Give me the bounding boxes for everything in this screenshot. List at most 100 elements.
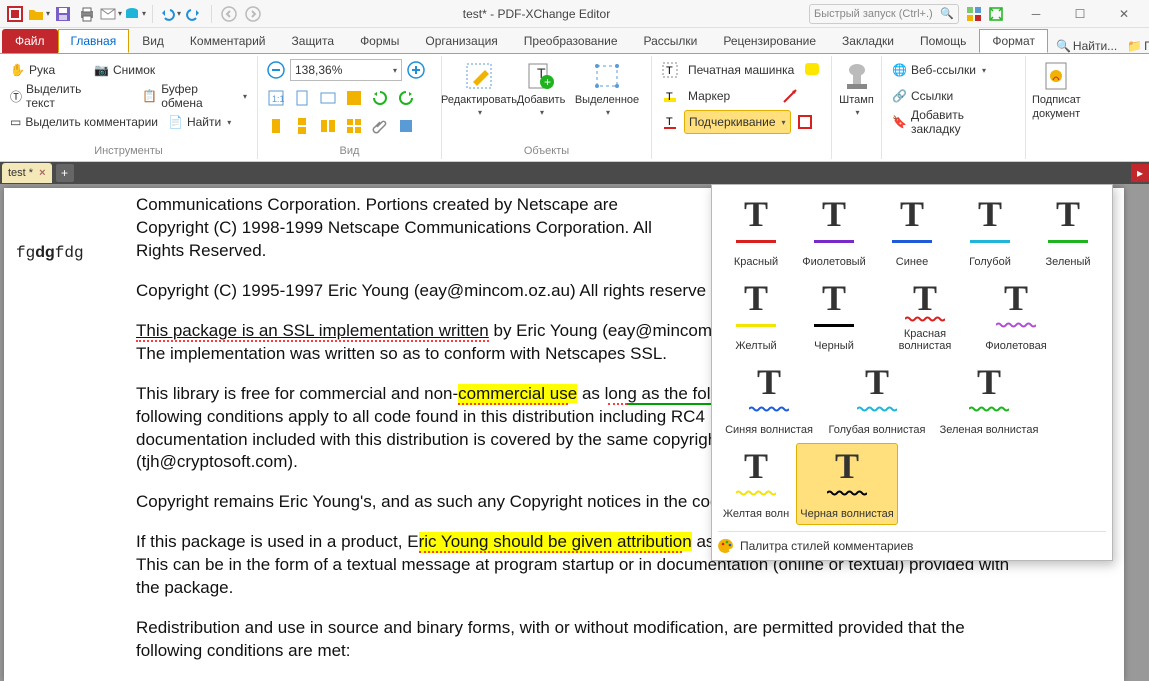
layout-single-button[interactable] — [264, 114, 288, 138]
scan-icon[interactable]: ▾ — [124, 3, 146, 25]
style-label: Фиолетовый — [802, 256, 865, 268]
typewriter-annotation[interactable]: fgdgfdg — [16, 242, 84, 265]
undo-icon[interactable]: ▾ — [159, 3, 181, 25]
fit-visible-button[interactable] — [342, 86, 366, 110]
redo-icon[interactable] — [183, 3, 205, 25]
close-button[interactable]: ✕ — [1103, 2, 1145, 26]
maximize-button[interactable]: ☐ — [1059, 2, 1101, 26]
tab-bookmarks[interactable]: Закладки — [829, 29, 907, 53]
document-tab[interactable]: test * × — [2, 163, 52, 183]
underline-style-option[interactable]: TСиняя волнистая — [718, 359, 820, 441]
tab-format[interactable]: Формат — [979, 29, 1048, 53]
tab-convert[interactable]: Преобразование — [511, 29, 631, 53]
tab-review[interactable]: Рецензирование — [710, 29, 829, 53]
tab-form[interactable]: Формы — [347, 29, 412, 53]
underline-style-option[interactable]: TЖелтая волн — [718, 443, 794, 525]
tab-protect[interactable]: Защита — [279, 29, 348, 53]
email-icon[interactable]: ▾ — [100, 3, 122, 25]
close-tab-icon[interactable]: × — [39, 167, 45, 179]
add-bookmark-button[interactable]: 🔖Добавить закладку — [888, 110, 1019, 134]
fit-page-button[interactable] — [290, 86, 314, 110]
camera-icon: 📷 — [94, 63, 109, 77]
t-glyph-icon: T — [977, 366, 1001, 398]
underline-style-option[interactable]: TЖелтый — [718, 275, 794, 357]
tab-help[interactable]: Помощь — [907, 29, 979, 53]
sign-document-button[interactable]: Подписат документ — [1032, 58, 1081, 159]
wavy-underline-icon — [827, 490, 867, 496]
quick-launch-input[interactable]: Быстрый запуск (Ctrl+.) 🔍 — [809, 4, 959, 24]
zoom-in-button[interactable] — [404, 58, 428, 82]
underline-style-grid: TКрасныйTФиолетовыйTСинееTГолубойTЗелены… — [718, 191, 1106, 525]
layout-facing-button[interactable] — [316, 114, 340, 138]
style-label: Голубой — [969, 256, 1011, 268]
comment-styles-palette-link[interactable]: Палитра стилей комментариев — [718, 531, 1106, 554]
attachments-button[interactable] — [368, 114, 392, 138]
tab-overflow-icon[interactable]: ▸ — [1131, 164, 1149, 182]
typewriter-icon-button[interactable]: T — [658, 58, 682, 82]
print-icon[interactable] — [76, 3, 98, 25]
highlight-button[interactable]: Маркер — [684, 84, 776, 108]
app-logo-icon[interactable] — [4, 3, 26, 25]
add-document-tab[interactable]: + — [56, 164, 74, 182]
rotate-ccw-button[interactable] — [368, 86, 392, 110]
underline-style-option[interactable]: TЗеленая волнистая — [934, 359, 1044, 441]
underline-style-option[interactable]: TКрасный — [718, 191, 794, 273]
add-content-button[interactable]: T+ Добавить▾ — [510, 58, 572, 145]
save-icon[interactable] — [52, 3, 74, 25]
underline-style-option[interactable]: TЧерная волнистая — [796, 443, 898, 525]
nav-back-icon[interactable] — [218, 3, 240, 25]
underline-style-option[interactable]: TЗеленый — [1030, 191, 1106, 273]
tab-organize[interactable]: Организация — [412, 29, 510, 53]
nav-forward-icon[interactable] — [242, 3, 264, 25]
search-button[interactable]: 📁Поиск... — [1123, 39, 1149, 53]
layout-continuous-button[interactable] — [290, 114, 314, 138]
thumbnails-button[interactable] — [394, 114, 418, 138]
fit-width-button[interactable] — [316, 86, 340, 110]
open-icon[interactable]: ▾ — [28, 3, 50, 25]
layout-book-button[interactable] — [342, 114, 366, 138]
tab-home[interactable]: Главная — [58, 29, 130, 53]
find-button[interactable]: 🔍Найти... — [1052, 39, 1121, 53]
underline-style-option[interactable]: TФиолетовая — [978, 275, 1054, 357]
snapshot-tool[interactable]: 📷Снимок — [90, 58, 159, 82]
web-links-button[interactable]: 🌐Веб-ссылки▾ — [888, 58, 1019, 82]
underline-style-option[interactable]: TКрасная волнистая — [874, 275, 976, 357]
links-button[interactable]: 🔗Ссылки — [888, 84, 1019, 108]
quick-launch-placeholder: Быстрый запуск (Ctrl+.) — [814, 8, 933, 20]
arrow-button[interactable] — [778, 84, 802, 108]
underline-icon-button[interactable]: T — [658, 110, 682, 134]
separator — [152, 5, 153, 23]
rectangle-button[interactable] — [793, 110, 817, 134]
find-tool[interactable]: 📄Найти▾ — [164, 110, 235, 134]
underline-style-option[interactable]: TЧерный — [796, 275, 872, 357]
selection-button[interactable]: Выделенное▾ — [572, 58, 642, 145]
tab-view[interactable]: Вид — [129, 29, 177, 53]
select-text-tool[interactable]: ⓉВыделить текст — [6, 84, 112, 108]
underline-button[interactable]: Подчеркивание▾ — [684, 110, 791, 134]
ui-options-icon[interactable] — [963, 3, 985, 25]
minimize-button[interactable]: ─ — [1015, 2, 1057, 26]
edit-content-button[interactable]: Редактировать▾ — [448, 58, 510, 145]
stamp-button[interactable]: Штамп▾ — [838, 58, 875, 145]
actual-size-button[interactable]: 1:1 — [264, 86, 288, 110]
typewriter-button[interactable]: Печатная машинка — [684, 58, 798, 82]
fit-icon[interactable] — [985, 3, 1007, 25]
clipboard-button[interactable]: 📋Буфер обмена▾ — [138, 84, 251, 108]
highlight-icon-button[interactable]: T — [658, 84, 682, 108]
underline-style-option[interactable]: TГолубой — [952, 191, 1028, 273]
tab-file[interactable]: Файл — [2, 29, 58, 53]
underline-style-option[interactable]: TСинее — [874, 191, 950, 273]
sticky-note-button[interactable] — [800, 58, 824, 82]
select-comments-tool[interactable]: ▭Выделить комментарии — [6, 110, 162, 134]
link-icon: 🔗 — [892, 89, 907, 103]
zoom-combo[interactable]: 138,36%▾ — [290, 59, 402, 81]
underline-style-option[interactable]: TГолубая волнистая — [822, 359, 932, 441]
hand-tool[interactable]: ✋Рука — [6, 58, 88, 82]
tab-comment[interactable]: Комментарий — [177, 29, 279, 53]
zoom-out-button[interactable] — [264, 58, 288, 82]
solid-underline-icon — [1048, 240, 1088, 243]
style-label: Фиолетовая — [985, 340, 1046, 352]
underline-style-option[interactable]: TФиолетовый — [796, 191, 872, 273]
rotate-cw-button[interactable] — [394, 86, 418, 110]
tab-share[interactable]: Рассылки — [631, 29, 711, 53]
